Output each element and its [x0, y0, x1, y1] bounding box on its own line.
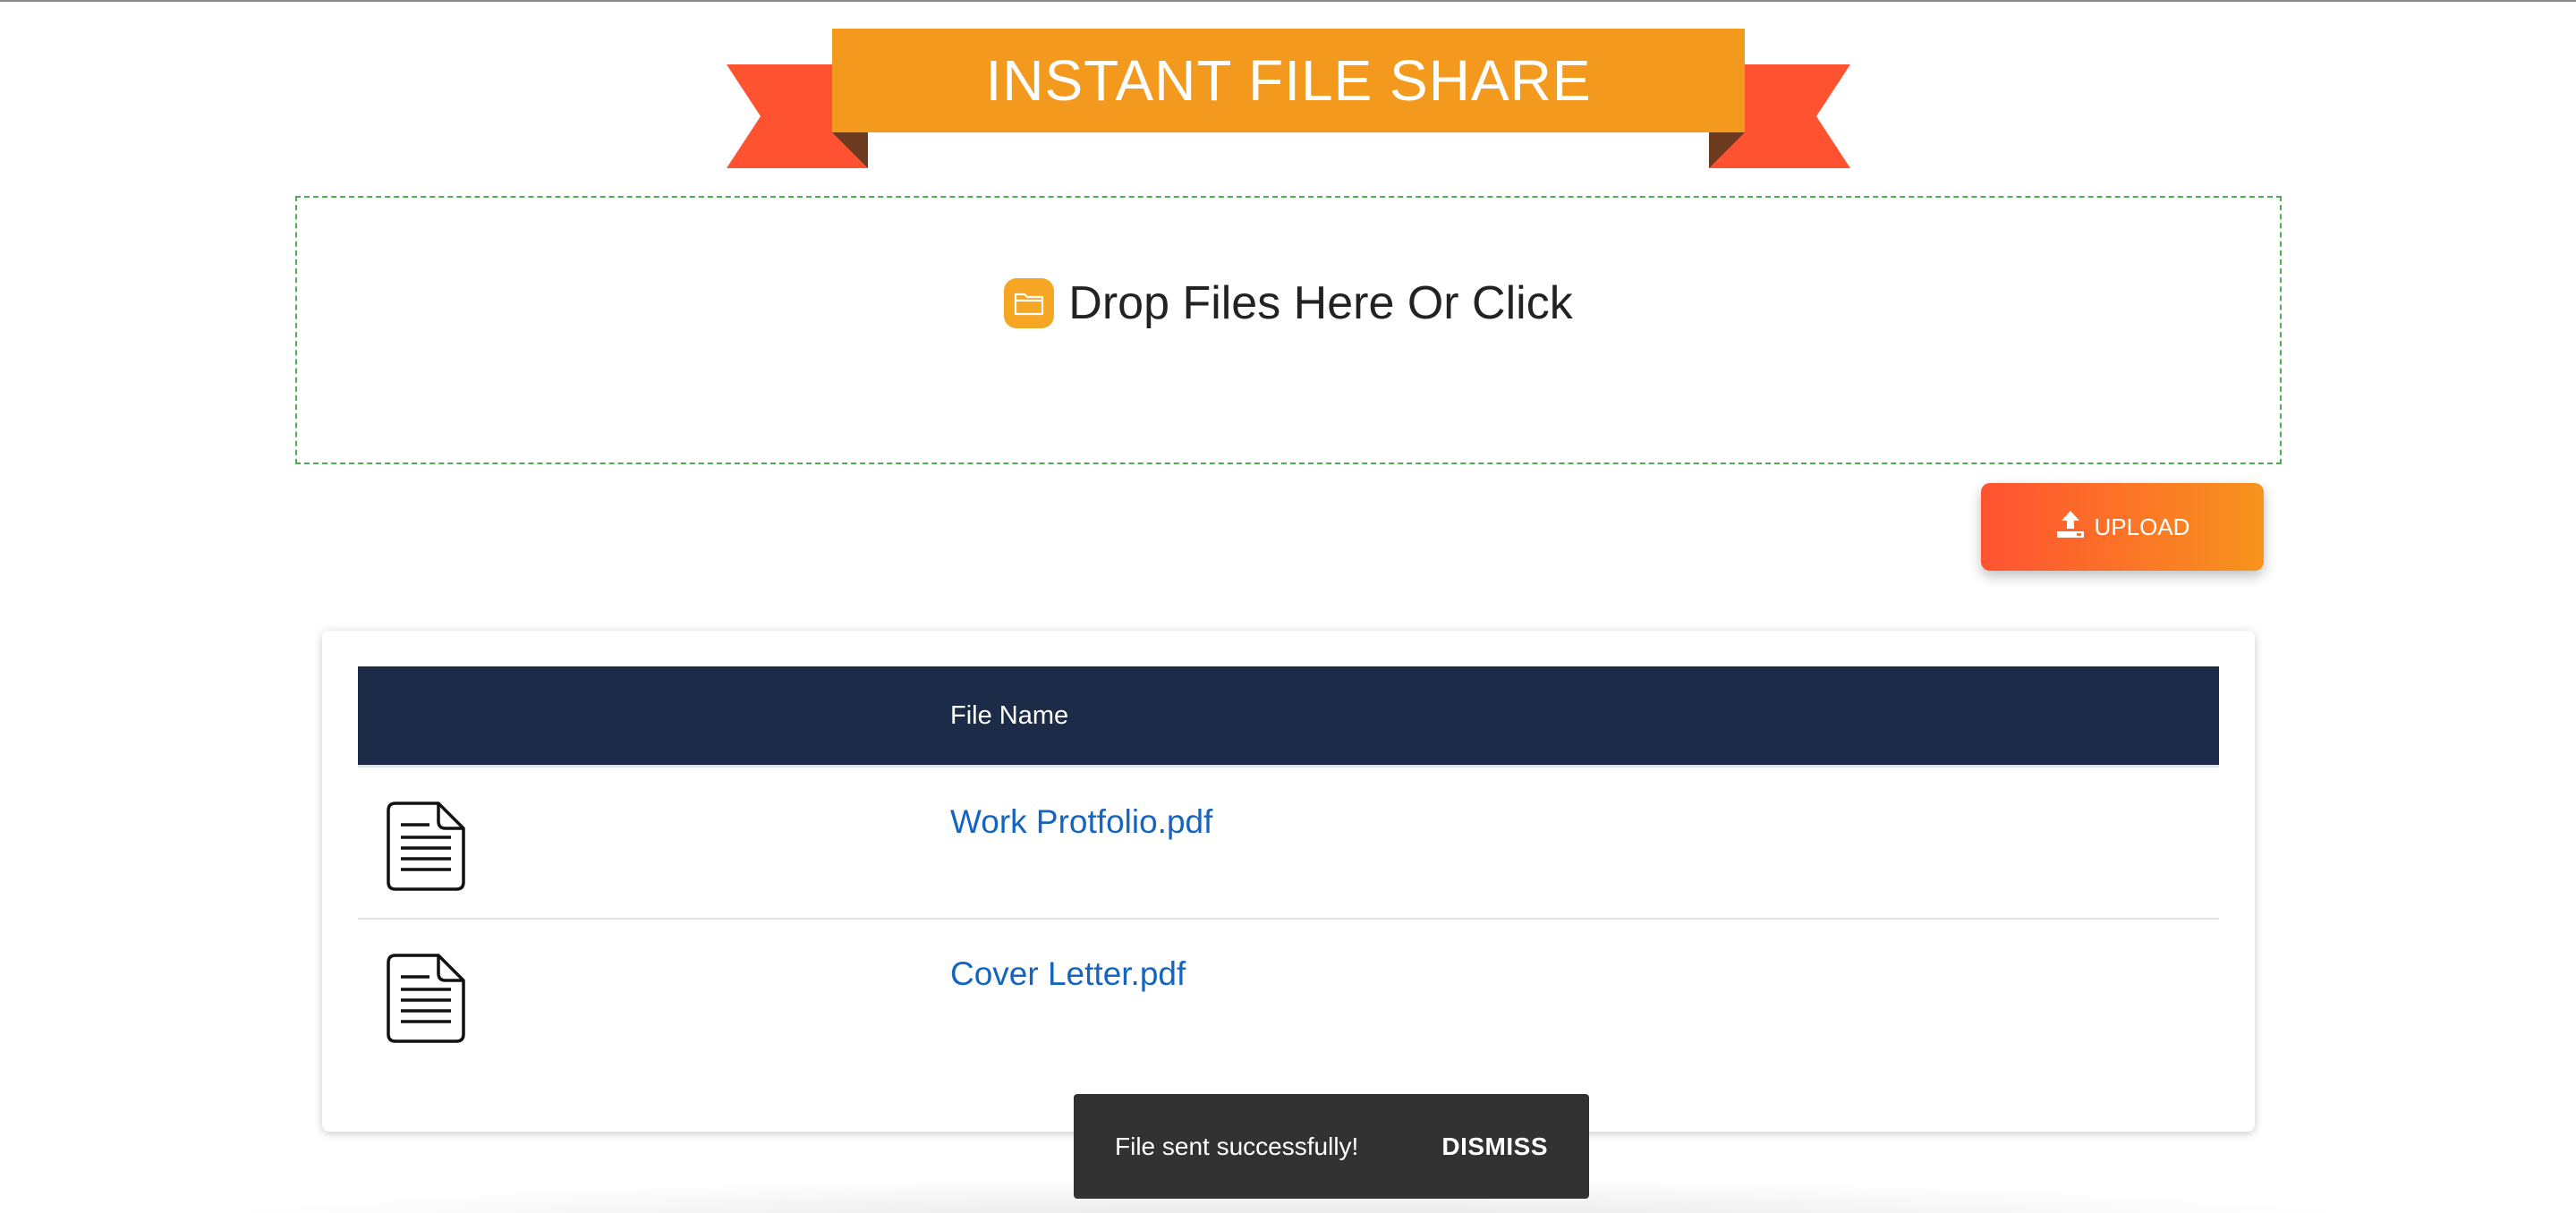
file-link[interactable]: Work Protfolio.pdf — [950, 803, 1212, 841]
table-header: File Name — [358, 666, 2219, 768]
snackbar: File sent successfully! DISMISS — [1074, 1094, 1589, 1199]
dropzone-label: Drop Files Here Or Click — [1068, 277, 1573, 329]
upload-icon — [2055, 509, 2086, 546]
folder-icon — [1004, 278, 1055, 328]
table-row: Work Protfolio.pdf — [358, 768, 2219, 920]
upload-button[interactable]: UPLOAD — [1981, 483, 2264, 571]
file-dropzone[interactable]: Drop Files Here Or Click — [295, 196, 2282, 464]
title-ribbon: INSTANT FILE SHARE — [0, 2, 2576, 181]
page: INSTANT FILE SHARE Drop Files Here Or Cl… — [0, 0, 2576, 1213]
dismiss-button[interactable]: DISMISS — [1441, 1132, 1548, 1161]
files-card: File Name Work Protfolio.pdf Cover Lette… — [322, 631, 2255, 1132]
table-row: Cover Letter.pdf — [358, 920, 2219, 1070]
upload-button-label: UPLOAD — [2094, 513, 2190, 540]
dropzone-content: Drop Files Here Or Click — [297, 276, 2280, 330]
file-link[interactable]: Cover Letter.pdf — [950, 955, 1186, 993]
column-header-file-name: File Name — [950, 700, 1069, 730]
page-title: INSTANT FILE SHARE — [985, 48, 1592, 113]
document-icon — [387, 802, 465, 891]
snackbar-message: File sent successfully! — [1115, 1132, 1359, 1160]
document-icon — [387, 954, 465, 1043]
